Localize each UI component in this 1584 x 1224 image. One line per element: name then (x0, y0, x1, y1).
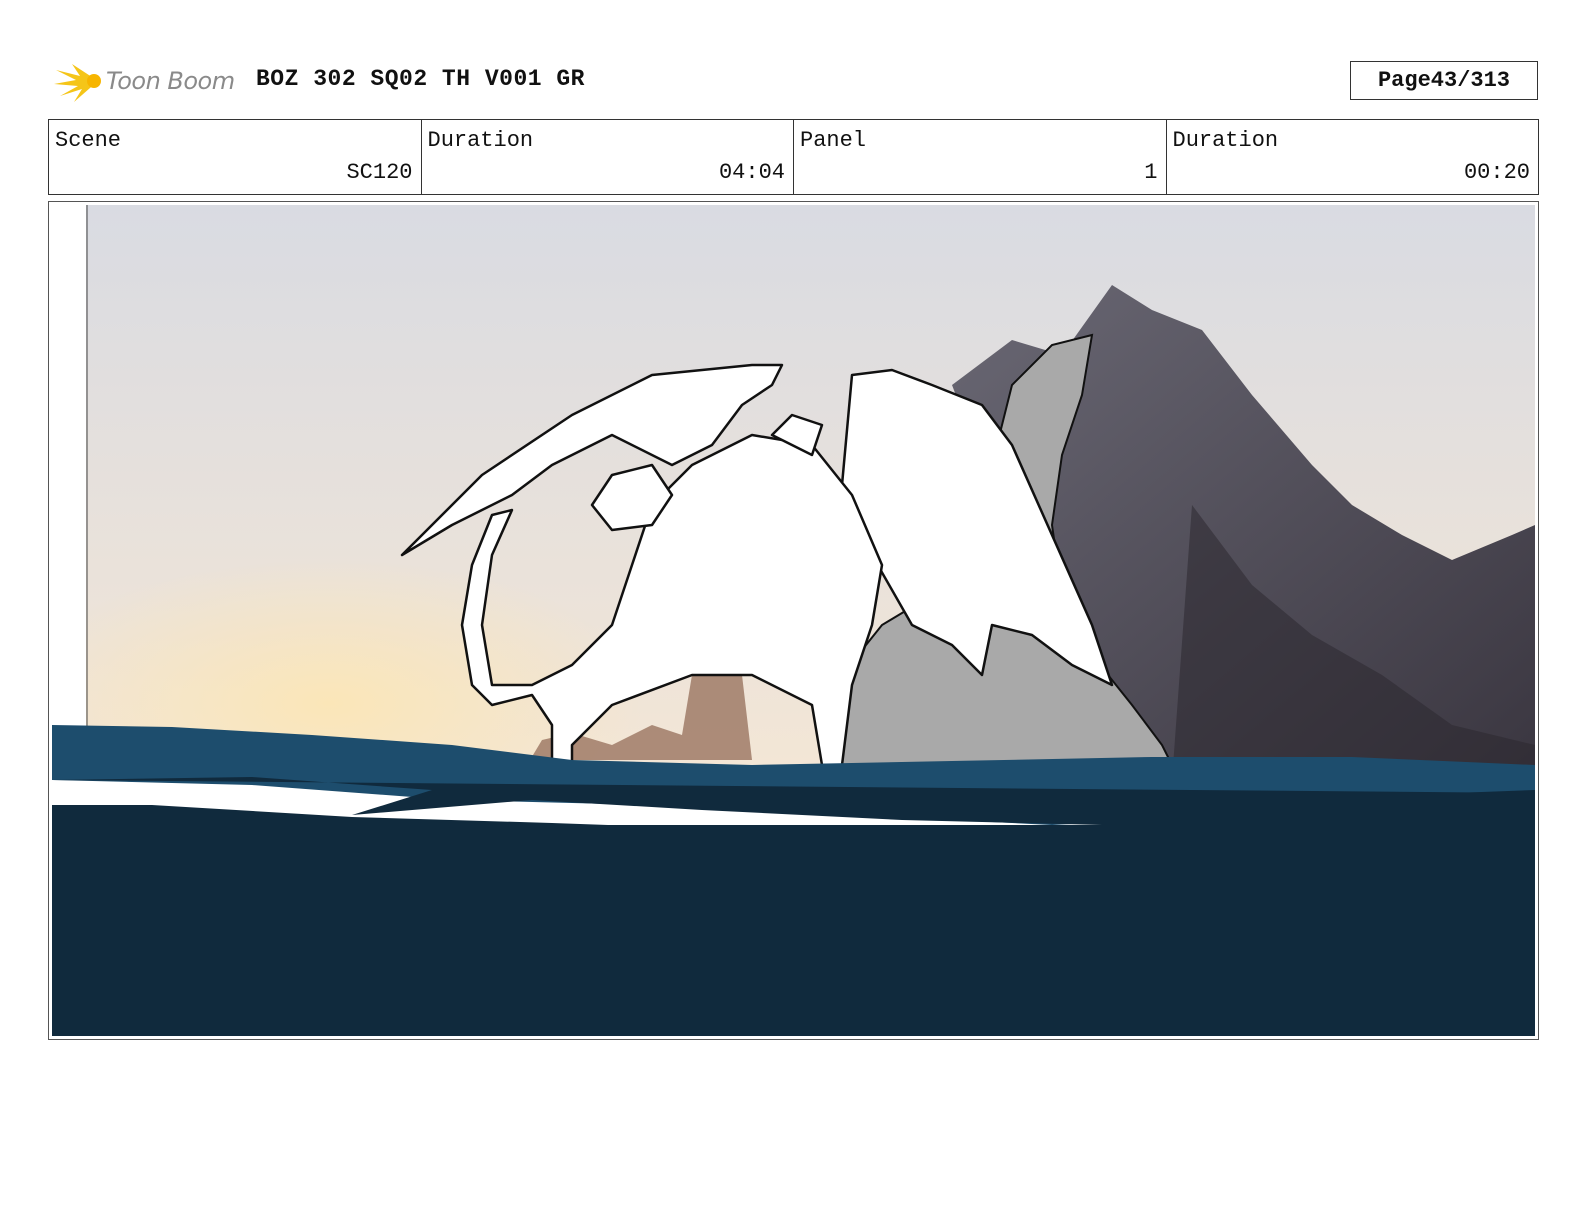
scene-duration-value: 04:04 (718, 160, 785, 185)
scene-duration-cell: Duration 04:04 (422, 120, 794, 194)
scene-label: Scene (55, 128, 122, 153)
panel-duration-cell: Duration 00:20 (1167, 120, 1539, 194)
document-title: BOZ 302 SQ02 TH V001 GR (256, 66, 585, 92)
page-number: 43/313 (1430, 68, 1511, 93)
toon-boom-logo: Toon Boom (52, 56, 242, 106)
water-body (52, 825, 1535, 1036)
panel-value: 1 (1144, 160, 1158, 185)
panel-label: Panel (800, 128, 867, 153)
logo-text: Toon Boom (106, 67, 235, 95)
scene-duration-label: Duration (427, 128, 534, 153)
scene-value: SC120 (346, 160, 413, 185)
panel-artwork (52, 205, 1535, 1036)
page-label: Page (1377, 68, 1431, 93)
page-indicator: Page 43/313 (1350, 61, 1538, 100)
starburst-logo-icon (54, 64, 101, 102)
scene-cell: Scene SC120 (49, 120, 422, 194)
panel-cell: Panel 1 (794, 120, 1167, 194)
panel-duration-value: 00:20 (1463, 160, 1530, 185)
panel-duration-label: Duration (1172, 128, 1279, 153)
storyboard-panel (48, 201, 1539, 1040)
scene-info-table: Scene SC120 Duration 04:04 Panel 1 Durat… (48, 119, 1539, 195)
